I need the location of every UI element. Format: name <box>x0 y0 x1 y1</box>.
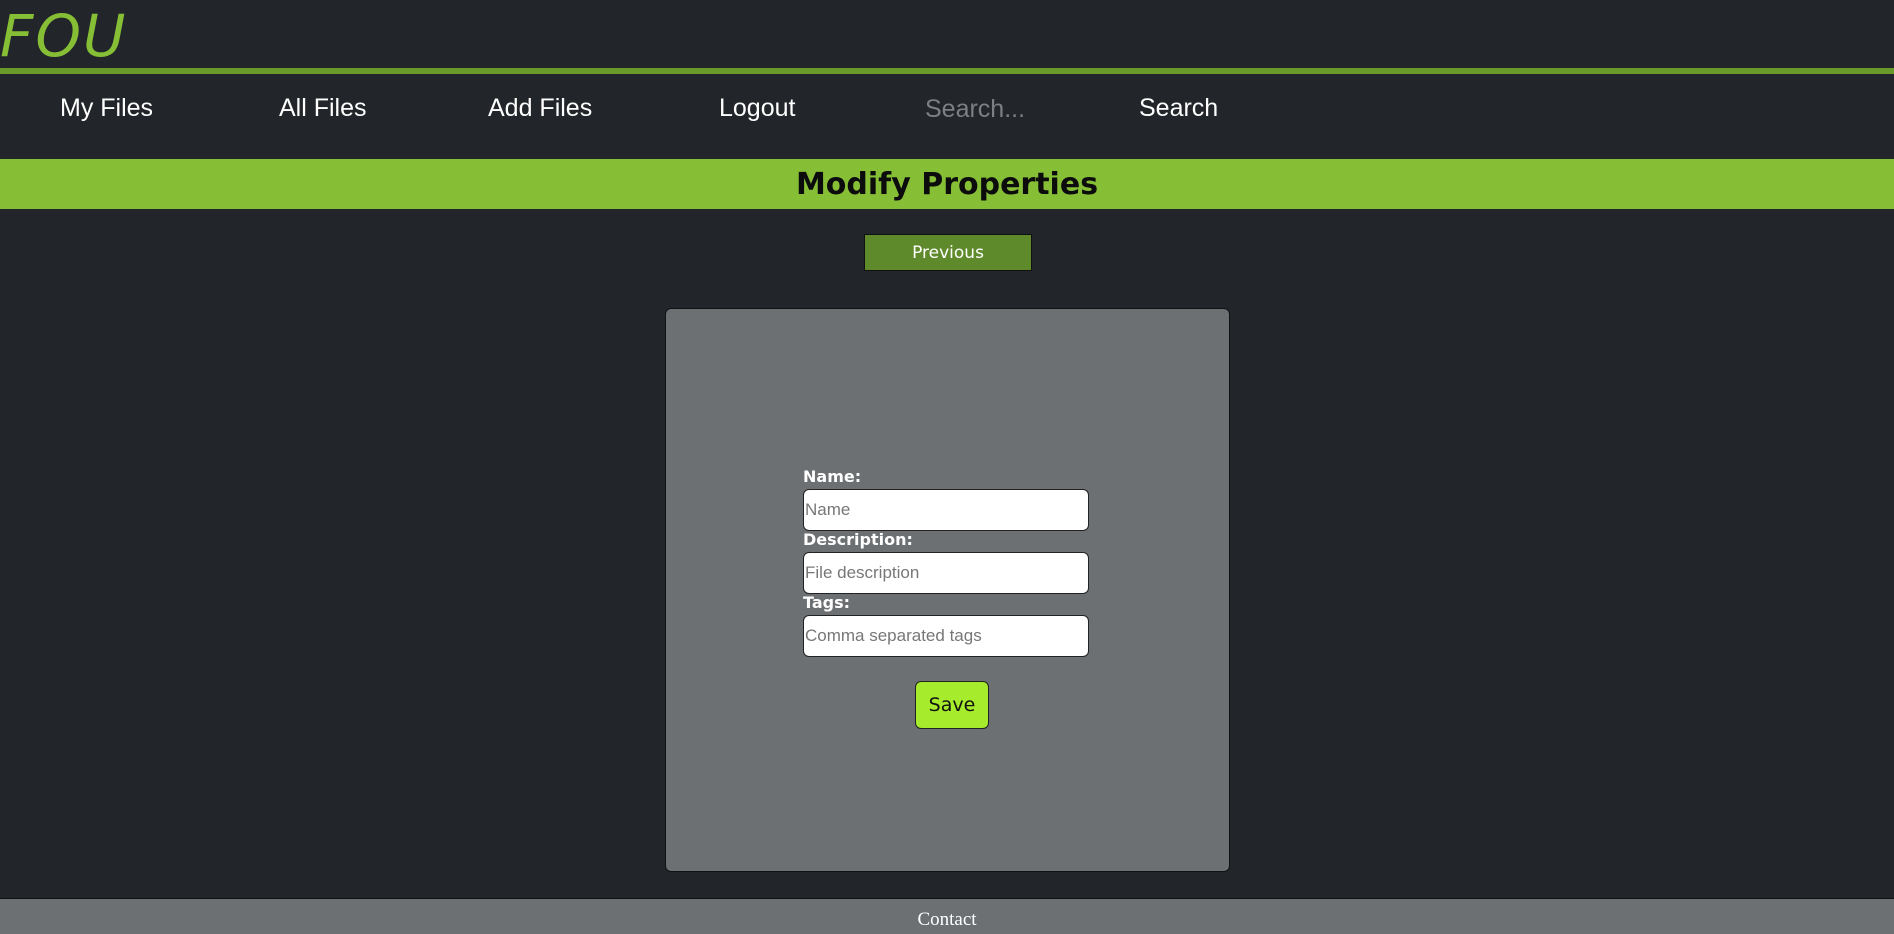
nav-my-files[interactable]: My Files <box>60 94 153 123</box>
name-label: Name: <box>803 467 862 486</box>
search-input[interactable] <box>918 90 1108 128</box>
tags-label: Tags: <box>803 593 851 612</box>
header: FOU <box>0 0 1894 74</box>
description-field[interactable] <box>803 552 1089 594</box>
name-field[interactable] <box>803 489 1089 531</box>
nav-logout[interactable]: Logout <box>719 94 795 123</box>
previous-button[interactable]: Previous <box>864 234 1032 271</box>
save-button[interactable]: Save <box>915 681 989 729</box>
tags-field[interactable] <box>803 615 1089 657</box>
nav-all-files[interactable]: All Files <box>279 94 367 123</box>
description-label: Description: <box>803 530 913 549</box>
footer: Contact <box>0 898 1894 934</box>
properties-form-panel: Name: Description: Tags: Save <box>665 308 1230 872</box>
page-title: Modify Properties <box>795 166 1099 202</box>
nav-bar: My Files All Files Add Files Logout Sear… <box>0 80 1894 160</box>
search-button[interactable]: Search <box>1139 94 1218 123</box>
site-logo[interactable]: FOU <box>0 2 127 70</box>
title-bar: Modify Properties <box>0 159 1894 209</box>
nav-add-files[interactable]: Add Files <box>488 94 592 123</box>
contact-link[interactable]: Contact <box>917 909 976 931</box>
